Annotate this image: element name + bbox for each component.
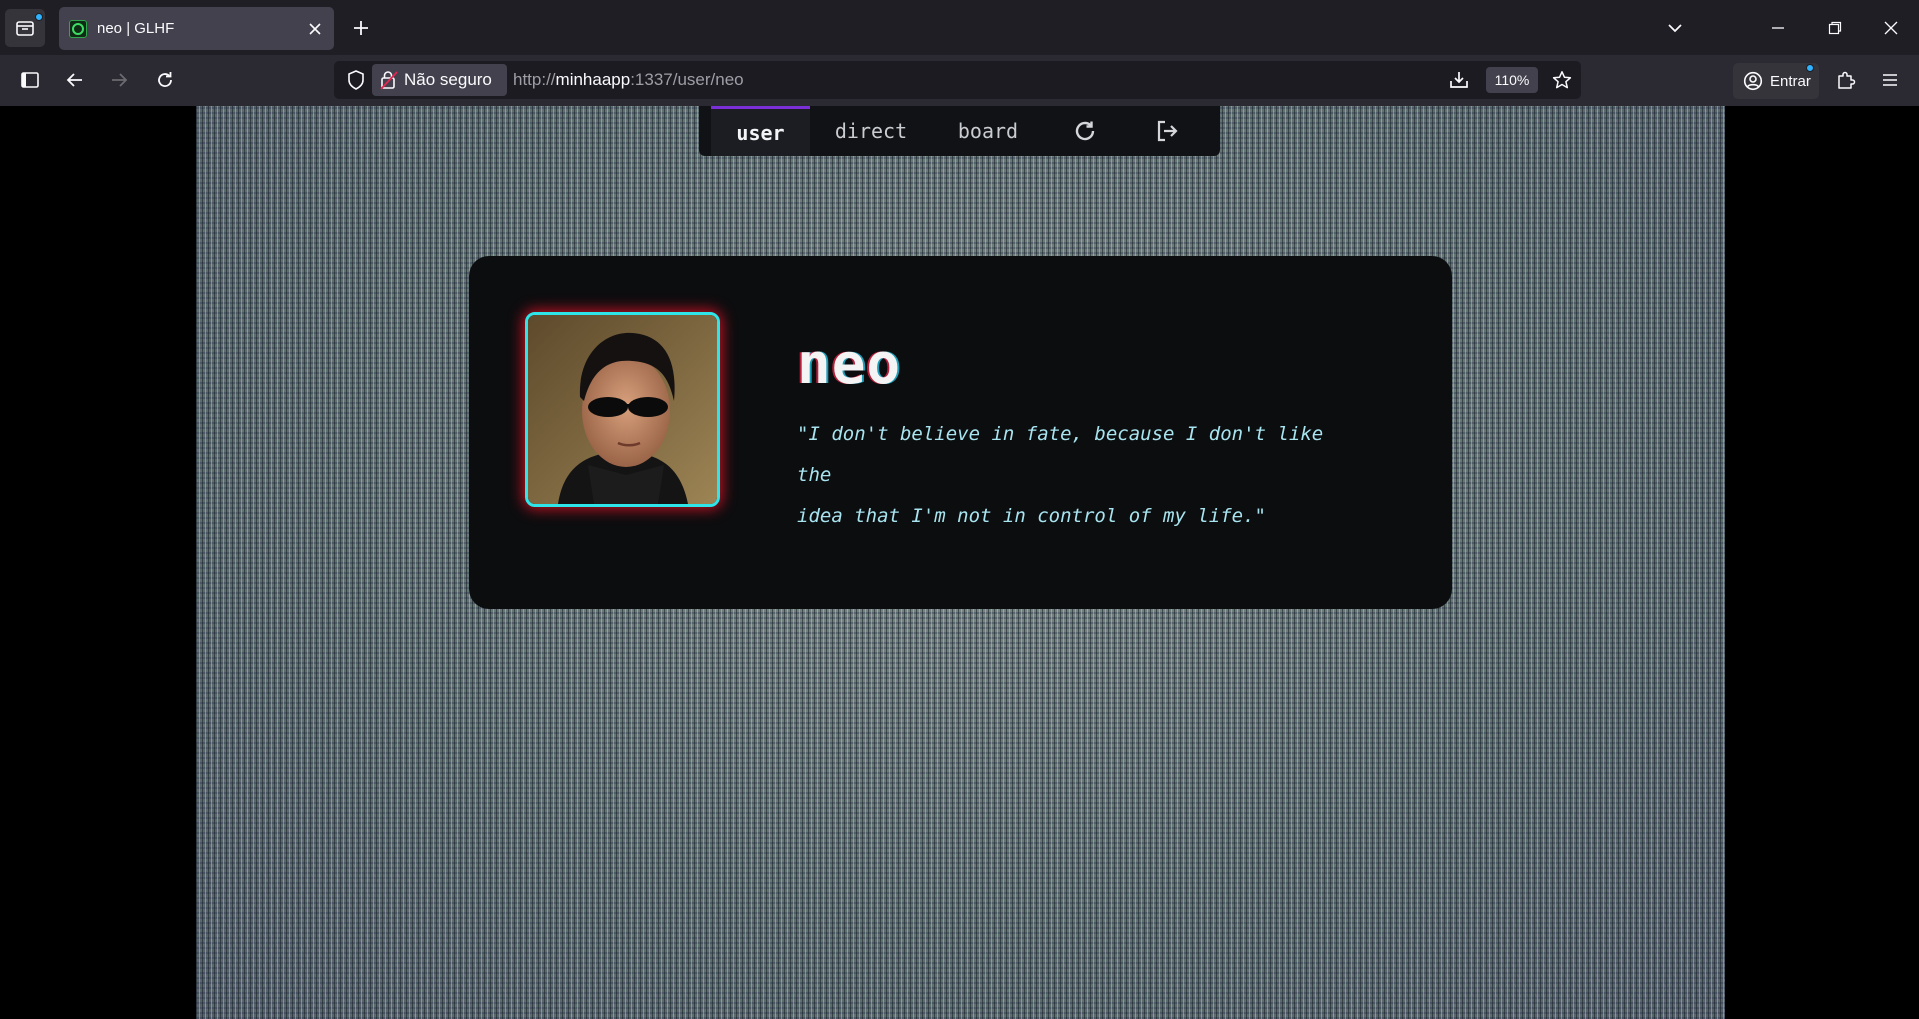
- extensions-button[interactable]: [1827, 61, 1865, 99]
- browser-tab[interactable]: neo | GLHF: [59, 7, 334, 50]
- tab-list-icon: [16, 21, 34, 36]
- address-bar[interactable]: Não seguro http://minhaapp:1337/user/neo…: [334, 61, 1581, 99]
- tab-title: neo | GLHF: [97, 20, 175, 37]
- close-tab-button[interactable]: [300, 14, 330, 44]
- nav-tab-direct[interactable]: direct: [810, 106, 932, 156]
- account-signin-button[interactable]: Entrar: [1733, 63, 1819, 99]
- url-path: :1337/user/neo: [630, 70, 744, 89]
- url-host: minhaapp: [555, 70, 631, 89]
- close-window-button[interactable]: [1871, 8, 1911, 48]
- restore-button[interactable]: [1815, 8, 1855, 48]
- plus-icon: [354, 21, 368, 35]
- star-icon: [1552, 71, 1572, 89]
- profile-quote-line-2: idea that I'm not in control of my life.…: [797, 505, 1266, 527]
- refresh-button[interactable]: [1044, 106, 1126, 156]
- minimize-button[interactable]: [1758, 8, 1798, 48]
- forward-button[interactable]: [100, 61, 138, 99]
- insecure-lock-icon: [380, 71, 398, 90]
- tab-strip: neo | GLHF: [0, 0, 1919, 55]
- download-icon: [1450, 72, 1468, 88]
- minimize-icon: [1772, 27, 1784, 29]
- avatar-portrait-icon: [528, 315, 717, 504]
- close-icon: [309, 22, 321, 35]
- zoom-reset-button[interactable]: 110%: [1486, 67, 1538, 93]
- downloads-button[interactable]: [1443, 64, 1475, 96]
- app-menu-button[interactable]: [1871, 61, 1909, 99]
- profile-username: neo: [797, 332, 902, 397]
- restore-icon: [1828, 21, 1842, 35]
- puzzle-icon: [1838, 71, 1856, 89]
- signin-label: Entrar: [1770, 72, 1811, 90]
- app-top-nav: user direct board: [699, 106, 1220, 156]
- logout-button[interactable]: [1126, 106, 1208, 156]
- new-tab-button[interactable]: [343, 10, 379, 46]
- site-security-button[interactable]: Não seguro: [372, 64, 507, 96]
- close-icon: [1884, 21, 1898, 35]
- sidebar-icon: [21, 72, 39, 88]
- navigation-toolbar: Não seguro http://minhaapp:1337/user/neo…: [0, 55, 1919, 106]
- page-viewport: user direct board neo "I don't believe i…: [0, 106, 1919, 1019]
- url-scheme: http://: [513, 70, 556, 89]
- firefox-view-button[interactable]: [5, 9, 45, 47]
- profile-quote-line-1: "I don't believe in fate, because I don'…: [797, 423, 1324, 486]
- security-label: Não seguro: [404, 70, 492, 89]
- refresh-icon: [1075, 121, 1095, 141]
- reload-button[interactable]: [146, 61, 184, 99]
- shield-icon: [348, 70, 364, 90]
- tracking-protection-button[interactable]: [340, 64, 372, 96]
- profile-quote: "I don't believe in fate, because I don'…: [797, 414, 1357, 537]
- nav-tab-user[interactable]: user: [711, 106, 810, 156]
- back-button[interactable]: [56, 61, 94, 99]
- nav-tab-board[interactable]: board: [932, 106, 1044, 156]
- profile-card: neo "I don't believe in fate, because I …: [469, 256, 1452, 609]
- avatar: [525, 312, 720, 507]
- hamburger-menu-icon: [1883, 74, 1897, 86]
- chevron-down-icon: [1668, 24, 1682, 33]
- site-favicon-icon: [69, 19, 87, 38]
- sidebar-button[interactable]: [11, 61, 49, 99]
- arrow-left-icon: [66, 73, 82, 87]
- reload-icon: [158, 72, 172, 87]
- list-all-tabs-button[interactable]: [1655, 8, 1695, 48]
- logout-icon: [1157, 120, 1178, 142]
- account-icon: [1743, 71, 1763, 91]
- url-text[interactable]: http://minhaapp:1337/user/neo: [513, 61, 744, 99]
- bookmark-button[interactable]: [1546, 64, 1578, 96]
- arrow-right-icon: [112, 73, 128, 87]
